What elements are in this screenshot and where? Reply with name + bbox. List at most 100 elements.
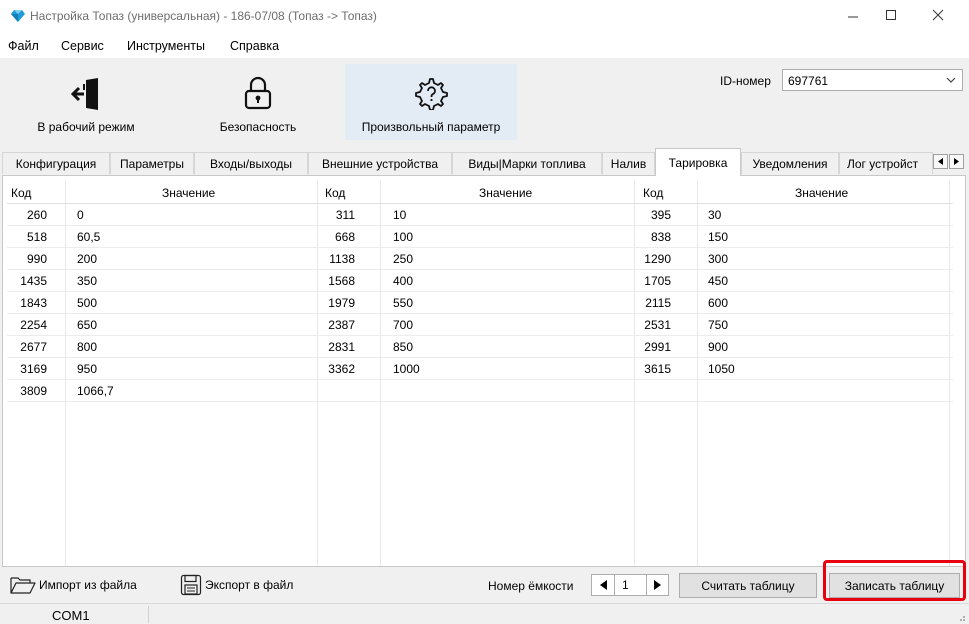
calibration-panel: Код Значение Код Значение Код Значение 2… — [2, 175, 966, 567]
cell-value: 100 — [393, 230, 414, 244]
header-code[interactable]: Код — [643, 186, 663, 200]
cell-value: 200 — [77, 252, 98, 266]
read-table-button[interactable]: Считать таблицу — [679, 573, 817, 598]
id-number-label: ID-номер — [720, 74, 771, 88]
table-row[interactable]: 990 200 1138 250 1290 300 — [7, 248, 953, 270]
menu-bar: Файл Сервис Инструменты Справка — [0, 34, 969, 58]
cell-code: 1290 — [644, 252, 671, 266]
tab-configuration[interactable]: Конфигурация — [2, 152, 110, 174]
gear-question-icon — [415, 78, 448, 110]
tab-strip: Конфигурация Параметры Входы/выходы Внеш… — [0, 145, 969, 176]
floppy-disk-icon — [180, 574, 202, 596]
tab-scroll-right[interactable] — [949, 154, 964, 169]
table-row[interactable]: 1435 350 1568 400 1705 450 — [7, 270, 953, 292]
maximize-button[interactable] — [868, 0, 914, 30]
cell-code: 311 — [335, 208, 355, 222]
capacity-label: Номер ёмкости — [488, 579, 574, 593]
table-row[interactable]: 3169 950 3362 1000 3615 1050 — [7, 358, 953, 380]
export-button[interactable]: Экспорт в файл — [180, 573, 293, 597]
menu-service[interactable]: Сервис — [61, 39, 104, 53]
cell-code: 3615 — [644, 362, 671, 376]
export-label: Экспорт в файл — [205, 578, 294, 592]
security-label: Безопасность — [219, 120, 297, 134]
cell-code: 518 — [26, 230, 47, 244]
tab-notifications[interactable]: Уведомления — [741, 152, 839, 174]
capacity-decrement[interactable] — [597, 578, 611, 592]
cell-value: 950 — [77, 362, 98, 376]
com-port-status: COM1 — [52, 608, 90, 623]
tab-external-devices[interactable]: Внешние устройства — [308, 152, 452, 174]
cell-code: 3169 — [20, 362, 47, 376]
cell-code: 2831 — [328, 340, 355, 354]
cell-value: 600 — [708, 296, 729, 310]
capacity-stepper[interactable]: 1 — [591, 574, 669, 596]
cell-value: 500 — [77, 296, 98, 310]
cell-value: 350 — [77, 274, 98, 288]
header-value[interactable]: Значение — [162, 186, 215, 200]
cell-code: 2115 — [645, 296, 671, 310]
custom-param-button[interactable]: Произвольный параметр — [345, 64, 517, 140]
menu-tools[interactable]: Инструменты — [127, 39, 205, 53]
cell-code: 3362 — [328, 362, 355, 376]
cell-value: 300 — [708, 252, 729, 266]
cell-value: 850 — [393, 340, 414, 354]
calibration-table[interactable]: Код Значение Код Значение Код Значение 2… — [7, 180, 953, 566]
tab-device-log[interactable]: Лог устройст — [839, 152, 933, 174]
cell-code: 990 — [26, 252, 47, 266]
table-row[interactable]: 2677 800 2831 850 2991 900 — [7, 336, 953, 358]
cell-value: 450 — [708, 274, 729, 288]
arrow-right-icon — [953, 158, 959, 165]
tab-calibration[interactable]: Тарировка — [655, 148, 741, 176]
cell-code: 2531 — [644, 318, 671, 332]
header-code[interactable]: Код — [11, 186, 31, 200]
cell-value: 10 — [393, 208, 407, 222]
tab-fuel-types[interactable]: Виды|Марки топлива — [452, 152, 602, 174]
close-button[interactable] — [915, 0, 961, 30]
menu-help[interactable]: Справка — [230, 39, 279, 53]
cell-code: 260 — [26, 208, 47, 222]
id-number-value: 697761 — [788, 74, 829, 88]
tab-filling[interactable]: Налив — [602, 152, 655, 174]
tab-scroll-left[interactable] — [933, 154, 948, 169]
capacity-increment[interactable] — [651, 578, 665, 592]
header-code[interactable]: Код — [325, 186, 345, 200]
work-mode-button[interactable]: В рабочий режим — [18, 64, 154, 140]
title-bar: Настройка Топаз (универсальная) - 186-07… — [0, 0, 969, 34]
status-bar: COM1 — [0, 603, 969, 624]
cell-code: 2991 — [644, 340, 671, 354]
table-row[interactable]: 3809 1066,7 — [7, 380, 953, 402]
toolbar: В рабочий режим Безопасность Произвольны… — [0, 58, 969, 144]
cell-value: 150 — [708, 230, 729, 244]
cell-code: 1138 — [329, 252, 355, 266]
window-title: Настройка Топаз (универсальная) - 186-07… — [30, 9, 377, 23]
resize-grip-icon[interactable] — [956, 612, 966, 622]
cell-value: 750 — [708, 318, 729, 332]
cell-value: 250 — [393, 252, 414, 266]
cell-value: 400 — [393, 274, 414, 288]
header-value[interactable]: Значение — [795, 186, 848, 200]
cell-code: 2254 — [20, 318, 47, 332]
table-row[interactable]: 2254 650 2387 700 2531 750 — [7, 314, 953, 336]
cell-code: 1843 — [20, 296, 47, 310]
table-row[interactable]: 518 60,5 668 100 838 150 — [7, 226, 953, 248]
cell-value: 650 — [77, 318, 98, 332]
cell-value: 30 — [708, 208, 722, 222]
header-value[interactable]: Значение — [479, 186, 532, 200]
security-button[interactable]: Безопасность — [190, 64, 326, 140]
cell-value: 900 — [708, 340, 729, 354]
cell-code: 2387 — [328, 318, 355, 332]
id-number-select[interactable]: 697761 — [782, 69, 963, 91]
menu-file[interactable]: Файл — [8, 39, 39, 53]
tab-inputs-outputs[interactable]: Входы/выходы — [194, 152, 308, 174]
tab-parameters[interactable]: Параметры — [110, 152, 194, 174]
table-row[interactable]: 1843 500 1979 550 2115 600 — [7, 292, 953, 314]
lock-icon — [244, 76, 272, 110]
cell-value: 1000 — [393, 362, 420, 376]
stepper-divider — [614, 575, 615, 595]
cell-value: 0 — [77, 208, 84, 222]
cell-code: 1435 — [20, 274, 47, 288]
capacity-value[interactable]: 1 — [622, 578, 629, 592]
import-button[interactable]: Импорт из файла — [10, 573, 137, 597]
table-row[interactable]: 260 0 311 10 395 30 — [7, 204, 953, 226]
cell-value: 800 — [77, 340, 98, 354]
